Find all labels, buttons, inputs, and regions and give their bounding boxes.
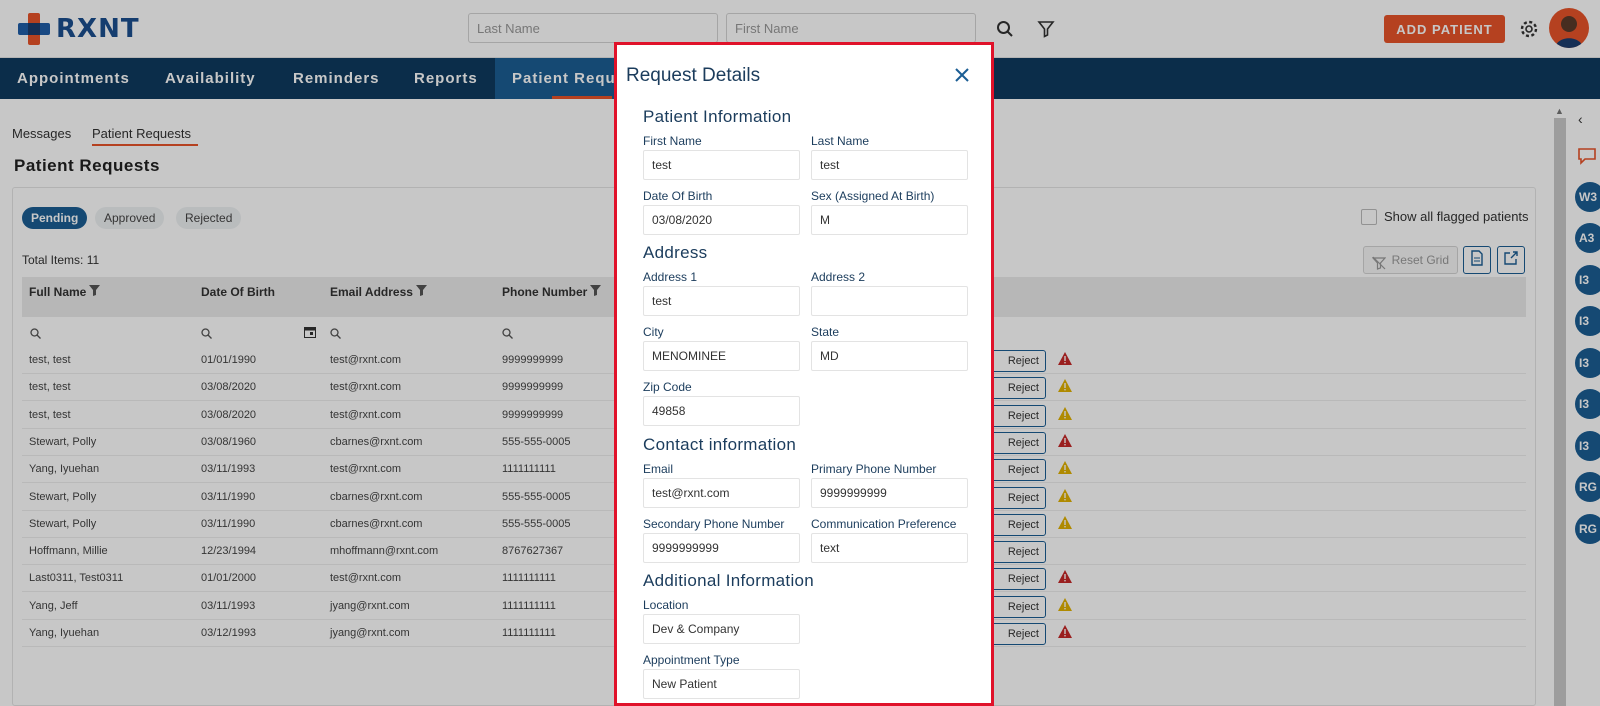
last-name-field[interactable]: test (811, 150, 968, 180)
address1-label: Address 1 (643, 270, 698, 284)
appointment-type-label: Appointment Type (643, 653, 740, 667)
zip-label: Zip Code (643, 380, 692, 394)
state-field[interactable]: MD (811, 341, 968, 371)
email-label: Email (643, 462, 674, 476)
first-name-field[interactable]: test (643, 150, 800, 180)
sex-label: Sex (Assigned At Birth) (811, 189, 935, 203)
section-contact-information: Contact information (643, 435, 797, 454)
section-additional-information: Additional Information (643, 571, 815, 590)
first-name-label: First Name (643, 134, 702, 148)
state-label: State (811, 325, 840, 339)
dob-field[interactable]: 03/08/2020 (643, 205, 800, 235)
address1-field[interactable]: test (643, 286, 800, 316)
city-field[interactable]: MENOMINEE (643, 341, 800, 371)
close-icon[interactable] (952, 65, 972, 85)
city-label: City (643, 325, 664, 339)
location-label: Location (643, 598, 689, 612)
address2-label: Address 2 (811, 270, 866, 284)
address2-field[interactable] (811, 286, 968, 316)
last-name-label: Last Name (811, 134, 870, 148)
secondary-phone-field[interactable]: 9999999999 (643, 533, 800, 563)
dob-label: Date Of Birth (643, 189, 713, 203)
sex-field[interactable]: M (811, 205, 968, 235)
zip-field[interactable]: 49858 (643, 396, 800, 426)
comm-pref-field[interactable]: text (811, 533, 968, 563)
email-field[interactable]: test@rxnt.com (643, 478, 800, 508)
modal-title: Request Details (626, 65, 761, 86)
comm-pref-label: Communication Preference (811, 517, 957, 531)
request-details-modal: Request Details Patient Information Firs… (614, 42, 994, 706)
section-address: Address (643, 243, 708, 262)
section-patient-information: Patient Information (643, 107, 792, 126)
appointment-type-field[interactable]: New Patient (643, 669, 800, 699)
primary-phone-label: Primary Phone Number (811, 462, 937, 476)
primary-phone-field[interactable]: 9999999999 (811, 478, 968, 508)
location-field[interactable]: Dev & Company (643, 614, 800, 644)
secondary-phone-label: Secondary Phone Number (643, 517, 785, 531)
